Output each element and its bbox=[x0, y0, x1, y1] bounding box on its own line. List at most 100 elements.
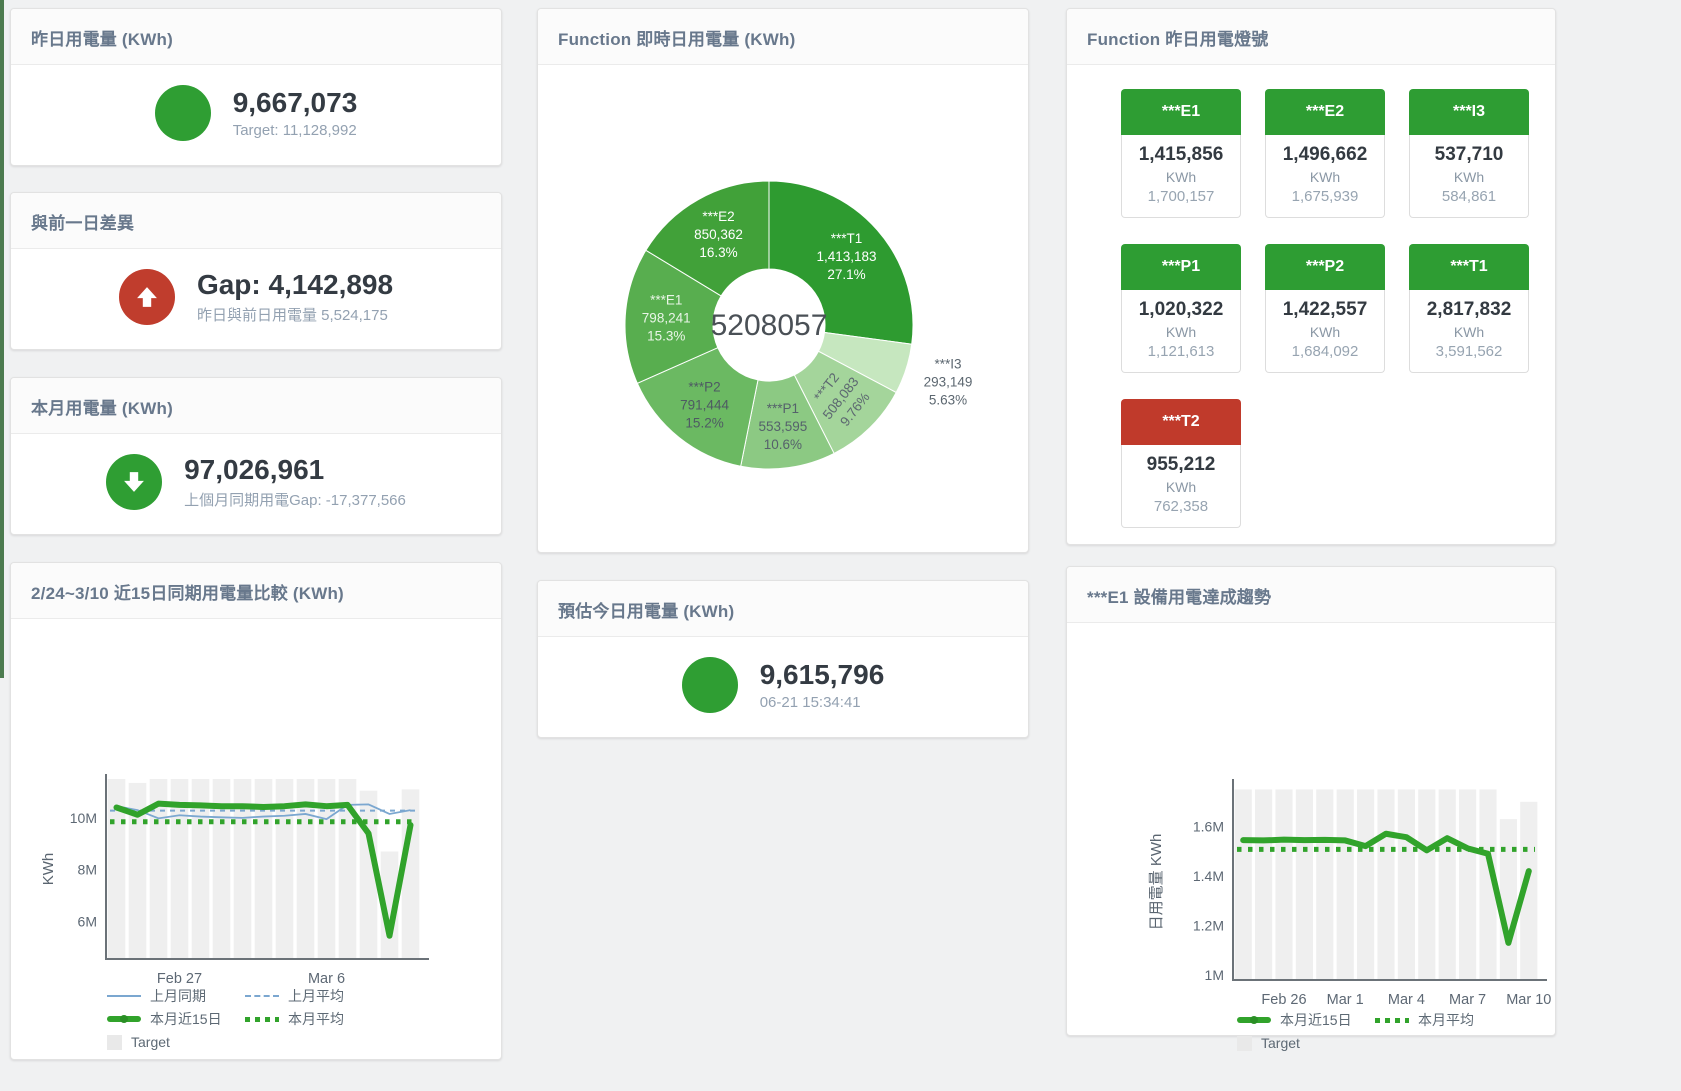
target-bar bbox=[1500, 819, 1517, 980]
panel-title: 與前一日差異 bbox=[11, 193, 501, 249]
legend-item[interactable]: Target bbox=[107, 1033, 245, 1051]
tile-target-value: 1,684,092 bbox=[1268, 343, 1382, 360]
x-tick-label: Mar 7 bbox=[1449, 992, 1486, 1008]
x-tick-label: Mar 4 bbox=[1388, 992, 1425, 1008]
legend-item[interactable]: 本月平均 bbox=[1375, 1011, 1513, 1029]
legend-label: 本月平均 bbox=[288, 1010, 344, 1028]
tile-unit: KWh bbox=[1268, 324, 1382, 340]
legend-label: 上月同期 bbox=[150, 987, 206, 1005]
panel-title: ***E1 設備用電達成趨勢 bbox=[1067, 567, 1555, 623]
legend-label: 本月平均 bbox=[1418, 1011, 1474, 1029]
compare-chart-legend: 上月同期 上月平均本月近15日 本月平均 Target bbox=[107, 987, 383, 1056]
legend-swatch-line-blue bbox=[107, 995, 141, 997]
panel-title: 本月用電量 (KWh) bbox=[11, 378, 501, 434]
tile-value: 537,710 bbox=[1412, 144, 1526, 166]
stat-value: Gap: 4,142,898 bbox=[197, 269, 393, 301]
tile-body: 1,415,856KWh1,700,157 bbox=[1121, 135, 1241, 218]
tile-unit: KWh bbox=[1412, 324, 1526, 340]
status-tile: ***T2 955,212 KWh 762,358 bbox=[1121, 399, 1241, 528]
target-bar bbox=[1459, 789, 1476, 980]
legend-label: 本月近15日 bbox=[150, 1010, 222, 1028]
tile-target-value: 1,700,157 bbox=[1124, 188, 1238, 205]
legend-swatch-dots-green bbox=[245, 1017, 279, 1022]
legend-label: Target bbox=[131, 1033, 170, 1051]
status-circle-icon bbox=[155, 85, 211, 141]
legend-swatch-thick-green bbox=[107, 1016, 141, 1022]
sidebar-edge bbox=[0, 0, 4, 678]
tile-device-label: ***T2 bbox=[1121, 399, 1241, 445]
panel-title: Function 即時日用電量 (KWh) bbox=[538, 9, 1028, 65]
tile-body: 1,496,662KWh1,675,939 bbox=[1265, 135, 1385, 218]
e1-trend-line-chart: 1M1.2M1.4M1.6MFeb 26Mar 1Mar 4Mar 7Mar 1… bbox=[1067, 773, 1557, 1009]
tile-device-label: ***P2 bbox=[1265, 244, 1385, 290]
y-tick-label: 1M bbox=[1205, 967, 1224, 983]
y-tick-label: 8M bbox=[78, 862, 97, 878]
tile-device-label: ***E1 bbox=[1121, 89, 1241, 135]
legend-item[interactable]: 本月近15日 bbox=[1237, 1011, 1375, 1029]
stat-subtitle: 上個月同期用電Gap: -17,377,566 bbox=[184, 489, 406, 510]
tile-value: 955,212 bbox=[1124, 454, 1238, 476]
status-tile: ***E21,496,662KWh1,675,939 bbox=[1265, 89, 1385, 218]
tile-target-value: 762,358 bbox=[1124, 498, 1238, 515]
panel-15day-compare-chart: 2/24~3/10 近15日同期用電量比較 (KWh) 6M8M10MFeb 2… bbox=[10, 562, 502, 1060]
tile-value: 1,496,662 bbox=[1268, 144, 1382, 166]
donut-slice-label: ***I3293,1495.63% bbox=[924, 357, 973, 408]
panel-title: 2/24~3/10 近15日同期用電量比較 (KWh) bbox=[11, 563, 501, 619]
status-tile: ***E11,415,856KWh1,700,157 bbox=[1121, 89, 1241, 218]
legend-swatch-box-gray bbox=[1237, 1036, 1252, 1051]
panel-day-gap: 與前一日差異 Gap: 4,142,898 昨日與前日用電量 5,524,175 bbox=[10, 192, 502, 350]
tile-unit: KWh bbox=[1124, 479, 1238, 495]
target-bar bbox=[1337, 789, 1354, 980]
tile-unit: KWh bbox=[1412, 169, 1526, 185]
stat-timestamp: 06-21 15:34:41 bbox=[760, 694, 885, 711]
tile-target-value: 1,121,613 bbox=[1124, 343, 1238, 360]
tile-body: 2,817,832 KWh 3,591,562 bbox=[1409, 290, 1529, 373]
status-tiles-grid: ***E11,415,856KWh1,700,157***E21,496,662… bbox=[1121, 89, 1529, 528]
panel-realtime-donut: Function 即時日用電量 (KWh) ***T11,413,18327.1… bbox=[537, 8, 1029, 553]
tile-body: 1,020,322KWh1,121,613 bbox=[1121, 290, 1241, 373]
arrow-up-icon bbox=[119, 269, 175, 325]
tile-body: 1,422,557KWh1,684,092 bbox=[1265, 290, 1385, 373]
x-tick-label: Mar 10 bbox=[1506, 992, 1551, 1008]
status-tile: ***P21,422,557KWh1,684,092 bbox=[1265, 244, 1385, 373]
y-axis-title: 日用電量 KWh bbox=[1148, 834, 1165, 931]
legend-item[interactable]: 本月平均 bbox=[245, 1010, 383, 1028]
target-bar bbox=[1296, 789, 1313, 980]
panel-title: 預估今日用電量 (KWh) bbox=[538, 581, 1028, 637]
target-bar bbox=[1439, 789, 1456, 980]
donut-center-total: 5208057 bbox=[711, 309, 828, 342]
tile-device-label: ***P1 bbox=[1121, 244, 1241, 290]
legend-label: Target bbox=[1261, 1034, 1300, 1052]
panel-title: Function 昨日用電燈號 bbox=[1067, 9, 1555, 65]
panel-e1-trend-chart: ***E1 設備用電達成趨勢 1M1.2M1.4M1.6MFeb 26Mar 1… bbox=[1066, 566, 1556, 1036]
x-tick-label: Mar 6 bbox=[308, 971, 345, 987]
y-tick-label: 6M bbox=[78, 913, 97, 929]
y-tick-label: 10M bbox=[70, 810, 97, 826]
legend-swatch-dots-green bbox=[1375, 1018, 1409, 1023]
tile-value: 2,817,832 bbox=[1412, 299, 1526, 321]
tile-target-value: 3,591,562 bbox=[1412, 343, 1526, 360]
stat-value: 9,615,796 bbox=[760, 659, 885, 691]
y-tick-label: 1.6M bbox=[1193, 819, 1224, 835]
panel-yesterday-usage: 昨日用電量 (KWh) 9,667,073 Target: 11,128,992 bbox=[10, 8, 502, 166]
y-tick-label: 1.2M bbox=[1193, 918, 1224, 934]
panel-yesterday-lights: Function 昨日用電燈號 ***E11,415,856KWh1,700,1… bbox=[1066, 8, 1556, 545]
legend-item[interactable]: 上月同期 bbox=[107, 987, 245, 1005]
panel-title: 昨日用電量 (KWh) bbox=[11, 9, 501, 65]
tile-target-value: 584,861 bbox=[1412, 188, 1526, 205]
y-axis-title: KWh bbox=[40, 853, 57, 886]
y-tick-label: 1.4M bbox=[1193, 868, 1224, 884]
status-tile: ***T1 2,817,832 KWh 3,591,562 bbox=[1409, 244, 1529, 373]
target-bar bbox=[1275, 789, 1292, 980]
status-circle-icon bbox=[682, 657, 738, 713]
legend-item[interactable]: 本月近15日 bbox=[107, 1010, 245, 1028]
stat-value: 97,026,961 bbox=[184, 454, 406, 486]
legend-label: 上月平均 bbox=[288, 987, 344, 1005]
legend-item[interactable]: 上月平均 bbox=[245, 987, 383, 1005]
tile-value: 1,020,322 bbox=[1124, 299, 1238, 321]
legend-swatch-box-gray bbox=[107, 1035, 122, 1050]
legend-swatch-dash-blue bbox=[245, 995, 279, 997]
tile-unit: KWh bbox=[1268, 169, 1382, 185]
tile-device-label: ***T1 bbox=[1409, 244, 1529, 290]
legend-item[interactable]: Target bbox=[1237, 1034, 1375, 1052]
